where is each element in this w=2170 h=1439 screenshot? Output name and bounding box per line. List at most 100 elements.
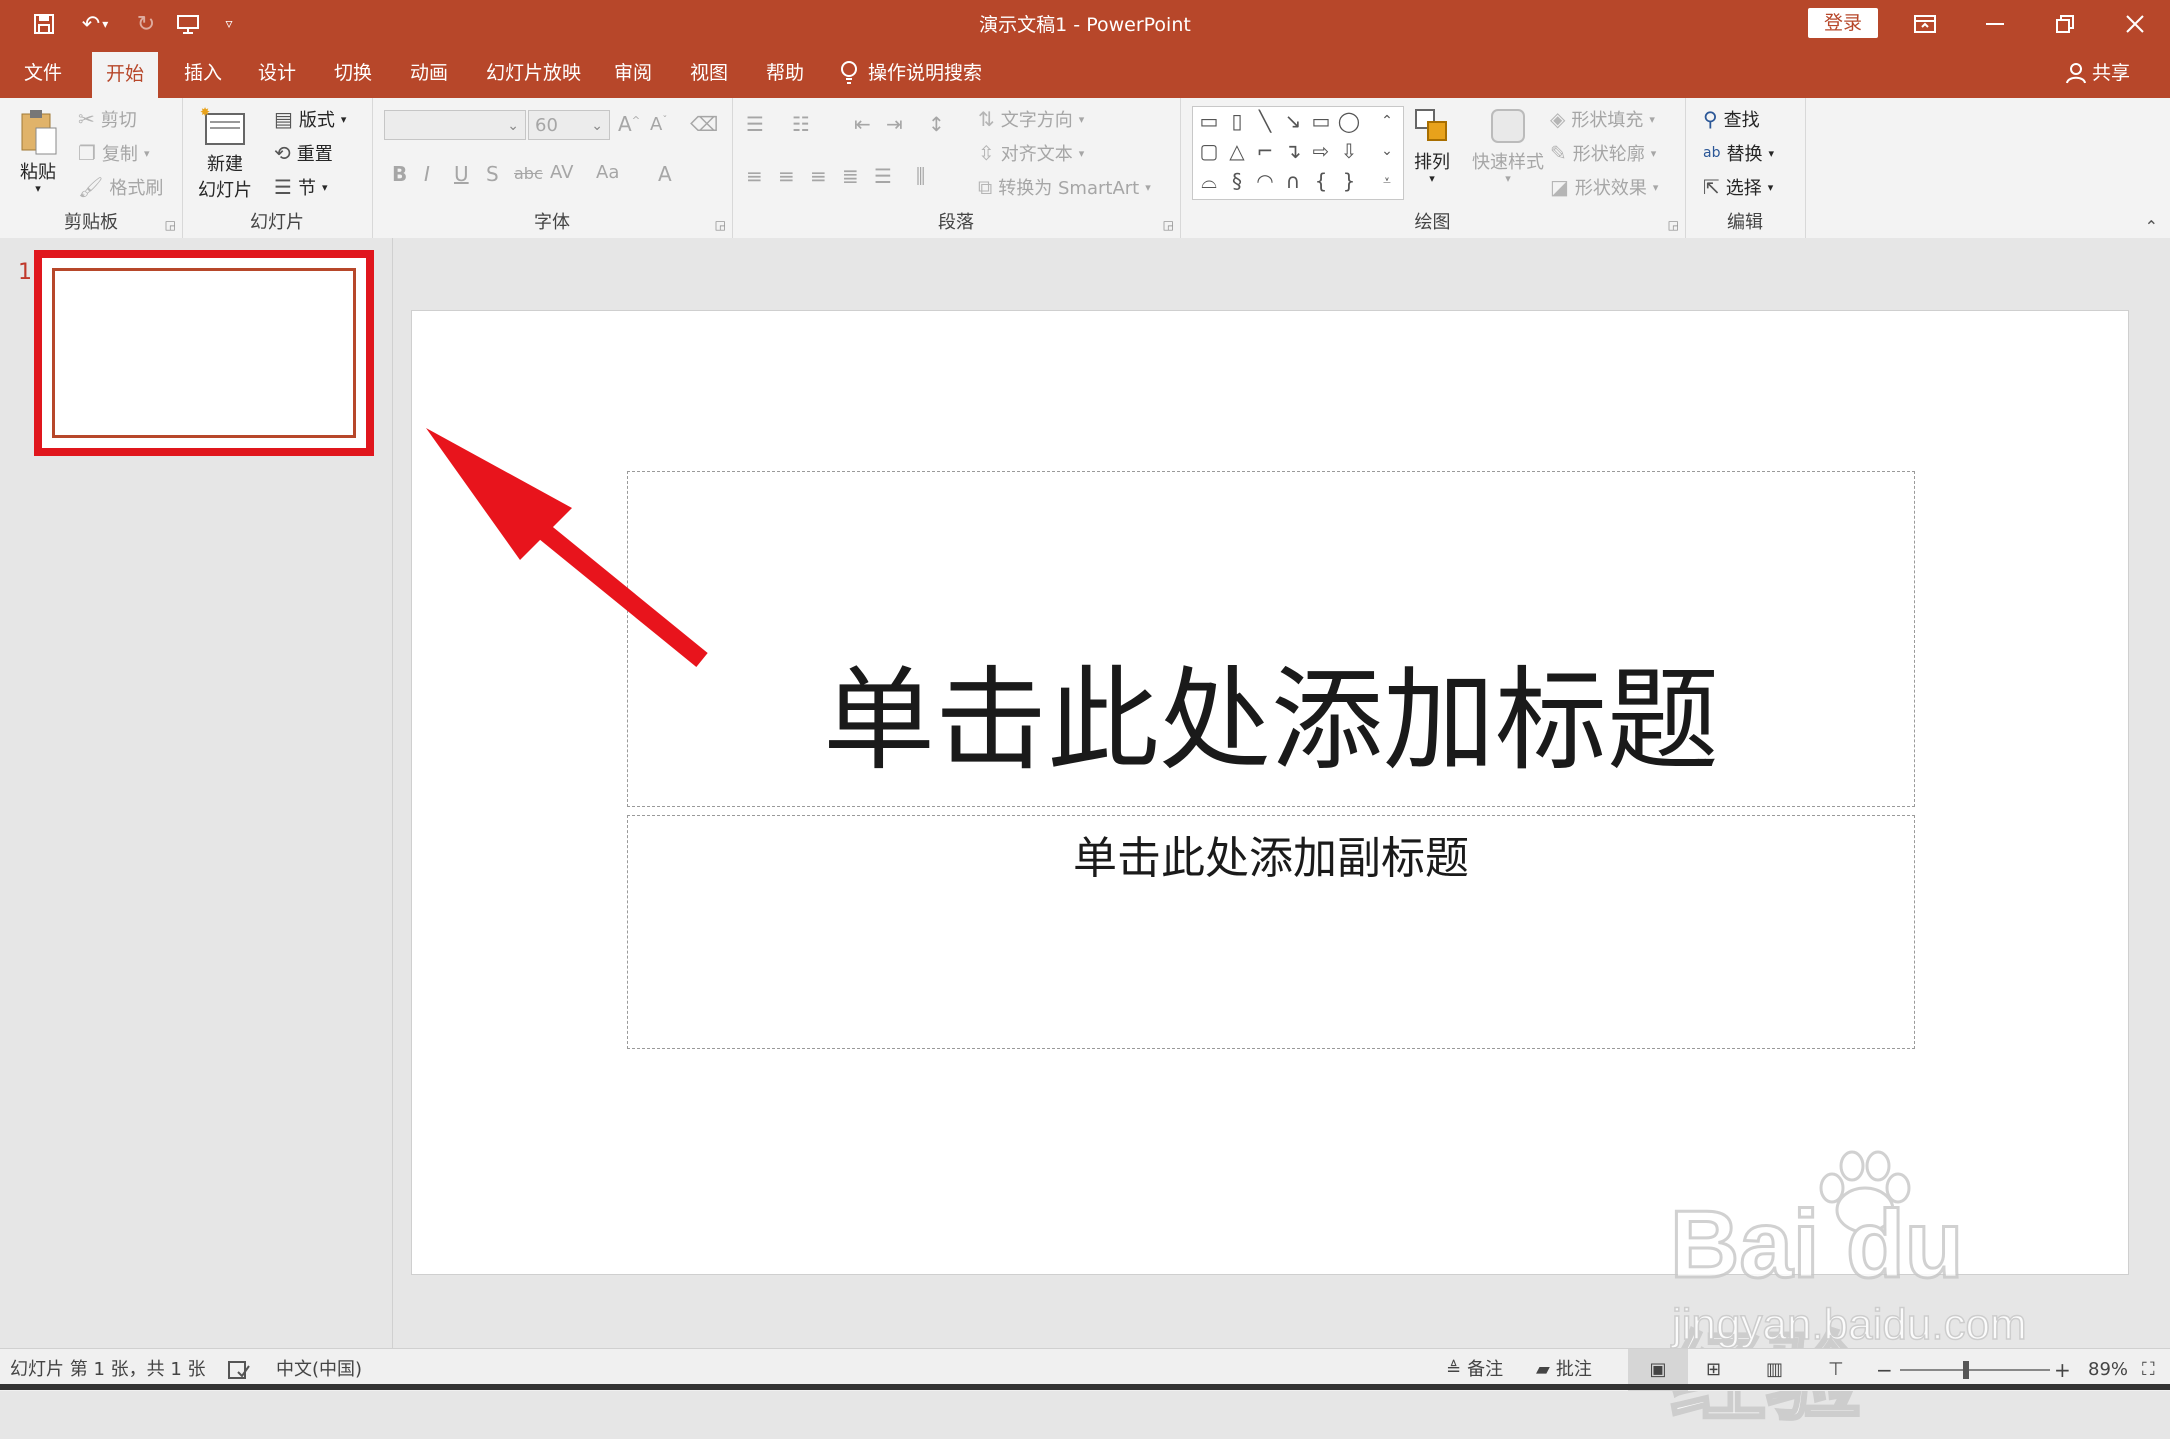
quick-styles-button[interactable]: 快速样式 ▾ bbox=[1472, 106, 1544, 185]
vertical-textbox-shape-icon[interactable]: ▯ bbox=[1223, 107, 1251, 135]
tab-design[interactable]: 设计 bbox=[244, 48, 310, 98]
shape-outline-button[interactable]: ✎ 形状轮廓 ▾ bbox=[1550, 140, 1656, 166]
tab-transitions[interactable]: 切换 bbox=[320, 48, 386, 98]
character-spacing-button[interactable]: AV bbox=[550, 162, 573, 183]
login-button[interactable]: 登录 bbox=[1808, 8, 1878, 38]
arrange-button[interactable]: 排列 ▾ bbox=[1412, 106, 1452, 185]
line-spacing-icon[interactable]: ↕ bbox=[928, 112, 945, 136]
cut-button[interactable]: ✂ 剪切 bbox=[78, 106, 137, 132]
convert-smartart-button[interactable]: ⧉ 转换为 SmartArt ▾ bbox=[978, 174, 1151, 200]
align-left-icon[interactable]: ≡ bbox=[746, 164, 763, 188]
tab-insert[interactable]: 插入 bbox=[170, 48, 236, 98]
arrow-line-shape-icon[interactable]: ↘ bbox=[1279, 107, 1307, 135]
font-size-combo[interactable]: 60 ⌄ bbox=[528, 110, 610, 140]
elbow-connector-icon[interactable]: ⌐ bbox=[1251, 137, 1279, 165]
tab-home[interactable]: 开始 bbox=[92, 52, 159, 98]
collapse-ribbon-icon[interactable]: ⌃ bbox=[2145, 217, 2158, 236]
zoom-slider-thumb[interactable] bbox=[1962, 1361, 1969, 1379]
italic-button[interactable]: I bbox=[424, 162, 430, 186]
gallery-down-icon[interactable]: ⌄ bbox=[1373, 137, 1401, 165]
left-brace-shape-icon[interactable]: { bbox=[1307, 167, 1335, 195]
subtitle-placeholder[interactable]: 单击此处添加副标题 bbox=[627, 815, 1915, 1049]
arrange-dropdown-icon: ▾ bbox=[1429, 172, 1435, 185]
underline-button[interactable]: U bbox=[454, 162, 469, 186]
distributed-icon[interactable]: ☰ bbox=[874, 164, 892, 188]
paragraph-launcher-icon[interactable]: ◲ bbox=[1163, 218, 1174, 232]
share-button[interactable]: 共享 bbox=[2066, 48, 2130, 98]
section-button[interactable]: ☰ 节 ▾ bbox=[274, 174, 327, 200]
align-center-icon[interactable]: ≡ bbox=[778, 164, 795, 188]
bullets-icon[interactable]: ☰ bbox=[746, 112, 764, 136]
shadow-button[interactable]: S bbox=[486, 162, 499, 186]
shape-fill-button[interactable]: ◈ 形状填充 ▾ bbox=[1550, 106, 1655, 132]
font-color-button[interactable]: A bbox=[658, 162, 672, 186]
strikethrough-button[interactable]: abc bbox=[514, 164, 543, 183]
align-right-icon[interactable]: ≡ bbox=[810, 164, 827, 188]
drawing-launcher-icon[interactable]: ◲ bbox=[1668, 218, 1679, 232]
close-icon[interactable] bbox=[2100, 0, 2170, 48]
lightbulb-icon bbox=[841, 61, 857, 84]
tab-animations[interactable]: 动画 bbox=[396, 48, 462, 98]
numbering-icon[interactable]: ☷ bbox=[792, 112, 810, 136]
gallery-more-icon[interactable]: ⩡ bbox=[1373, 167, 1401, 195]
quick-styles-dropdown-icon: ▾ bbox=[1505, 172, 1511, 185]
align-text-button[interactable]: ⇳ 对齐文本 ▾ bbox=[978, 140, 1084, 166]
new-slide-button[interactable]: ✸ 新建 幻灯片 bbox=[198, 106, 252, 202]
rounded-rect-shape-icon[interactable]: ▢ bbox=[1195, 137, 1223, 165]
decrease-indent-icon[interactable]: ⇤ bbox=[854, 112, 871, 136]
slide-thumbnail[interactable] bbox=[52, 268, 356, 438]
copy-button[interactable]: ❐ 复制 ▾ bbox=[78, 140, 149, 166]
curve-shape-icon[interactable]: ∩ bbox=[1279, 167, 1307, 195]
clear-formatting-icon[interactable]: ⌫ bbox=[690, 112, 718, 136]
increase-indent-icon[interactable]: ⇥ bbox=[886, 112, 903, 136]
replace-dropdown-icon: ▾ bbox=[1768, 146, 1774, 160]
grow-font-icon[interactable]: A^ bbox=[618, 112, 640, 136]
clipboard-launcher-icon[interactable]: ◲ bbox=[165, 218, 176, 232]
triangle-shape-icon[interactable]: △ bbox=[1223, 137, 1251, 165]
justify-icon[interactable]: ≣ bbox=[842, 164, 859, 188]
elbow-arrow-icon[interactable]: ↴ bbox=[1279, 137, 1307, 165]
down-arrow-shape-icon[interactable]: ⇩ bbox=[1335, 137, 1363, 165]
slide-thumbnail-highlight[interactable] bbox=[34, 250, 374, 456]
tell-me-search[interactable]: 操作说明搜索 bbox=[840, 48, 982, 98]
freeform-shape-icon[interactable]: ⌓ bbox=[1195, 167, 1223, 195]
ribbon-display-options-icon[interactable] bbox=[1890, 0, 1960, 48]
font-name-combo[interactable]: ⌄ bbox=[384, 110, 526, 140]
new-slide-label-1: 新建 bbox=[207, 154, 243, 175]
reset-button[interactable]: ⟲ 重置 bbox=[274, 140, 333, 166]
minimize-icon[interactable] bbox=[1960, 0, 2030, 48]
format-painter-button[interactable]: 🖌 格式刷 bbox=[78, 174, 163, 200]
shapes-gallery[interactable]: ▭ ▯ ╲ ↘ ▭ ◯ ▢ △ ⌐ ↴ ⇨ ⇩ ⌓ § ◠ ∩ { } ⌃ ⌄ … bbox=[1192, 106, 1404, 200]
restore-icon[interactable] bbox=[2030, 0, 2100, 48]
font-launcher-icon[interactable]: ◲ bbox=[715, 218, 726, 232]
arc-shape-icon[interactable]: ◠ bbox=[1251, 167, 1279, 195]
gallery-up-icon[interactable]: ⌃ bbox=[1373, 107, 1401, 135]
shrink-font-icon[interactable]: Aˇ bbox=[650, 114, 667, 135]
right-arrow-shape-icon[interactable]: ⇨ bbox=[1307, 137, 1335, 165]
right-brace-shape-icon[interactable]: } bbox=[1335, 167, 1363, 195]
chevron-down-icon: ⌄ bbox=[591, 118, 603, 134]
select-button[interactable]: ⇱ 选择 ▾ bbox=[1703, 174, 1773, 200]
change-case-button[interactable]: Aa bbox=[596, 162, 619, 183]
bold-button[interactable]: B bbox=[392, 162, 407, 186]
scribble-shape-icon[interactable]: § bbox=[1223, 167, 1251, 195]
tab-slideshow[interactable]: 幻灯片放映 bbox=[472, 48, 595, 98]
tab-review[interactable]: 审阅 bbox=[600, 48, 666, 98]
line-shape-icon[interactable]: ╲ bbox=[1251, 107, 1279, 135]
text-direction-button[interactable]: ⇅ 文字方向 ▾ bbox=[978, 106, 1084, 132]
zoom-slider[interactable] bbox=[1900, 1369, 2050, 1371]
paste-button[interactable]: 粘贴 ▾ bbox=[18, 106, 58, 195]
tab-help[interactable]: 帮助 bbox=[752, 48, 818, 98]
textbox-shape-icon[interactable]: ▭ bbox=[1195, 107, 1223, 135]
layout-button[interactable]: ▤ 版式 ▾ bbox=[274, 106, 346, 132]
rectangle-shape-icon[interactable]: ▭ bbox=[1307, 107, 1335, 135]
tab-file[interactable]: 文件 bbox=[10, 48, 76, 98]
replace-button[interactable]: ab 替换 ▾ bbox=[1703, 140, 1774, 166]
oval-shape-icon[interactable]: ◯ bbox=[1335, 107, 1363, 135]
columns-icon[interactable]: ⫼ bbox=[916, 164, 925, 188]
shape-effects-button[interactable]: ◪ 形状效果 ▾ bbox=[1550, 174, 1658, 200]
title-placeholder[interactable]: 单击此处添加标题 bbox=[627, 471, 1915, 807]
find-button[interactable]: ⚲ 查找 bbox=[1703, 106, 1760, 132]
tab-view[interactable]: 视图 bbox=[676, 48, 742, 98]
cut-label: 剪切 bbox=[100, 110, 137, 131]
